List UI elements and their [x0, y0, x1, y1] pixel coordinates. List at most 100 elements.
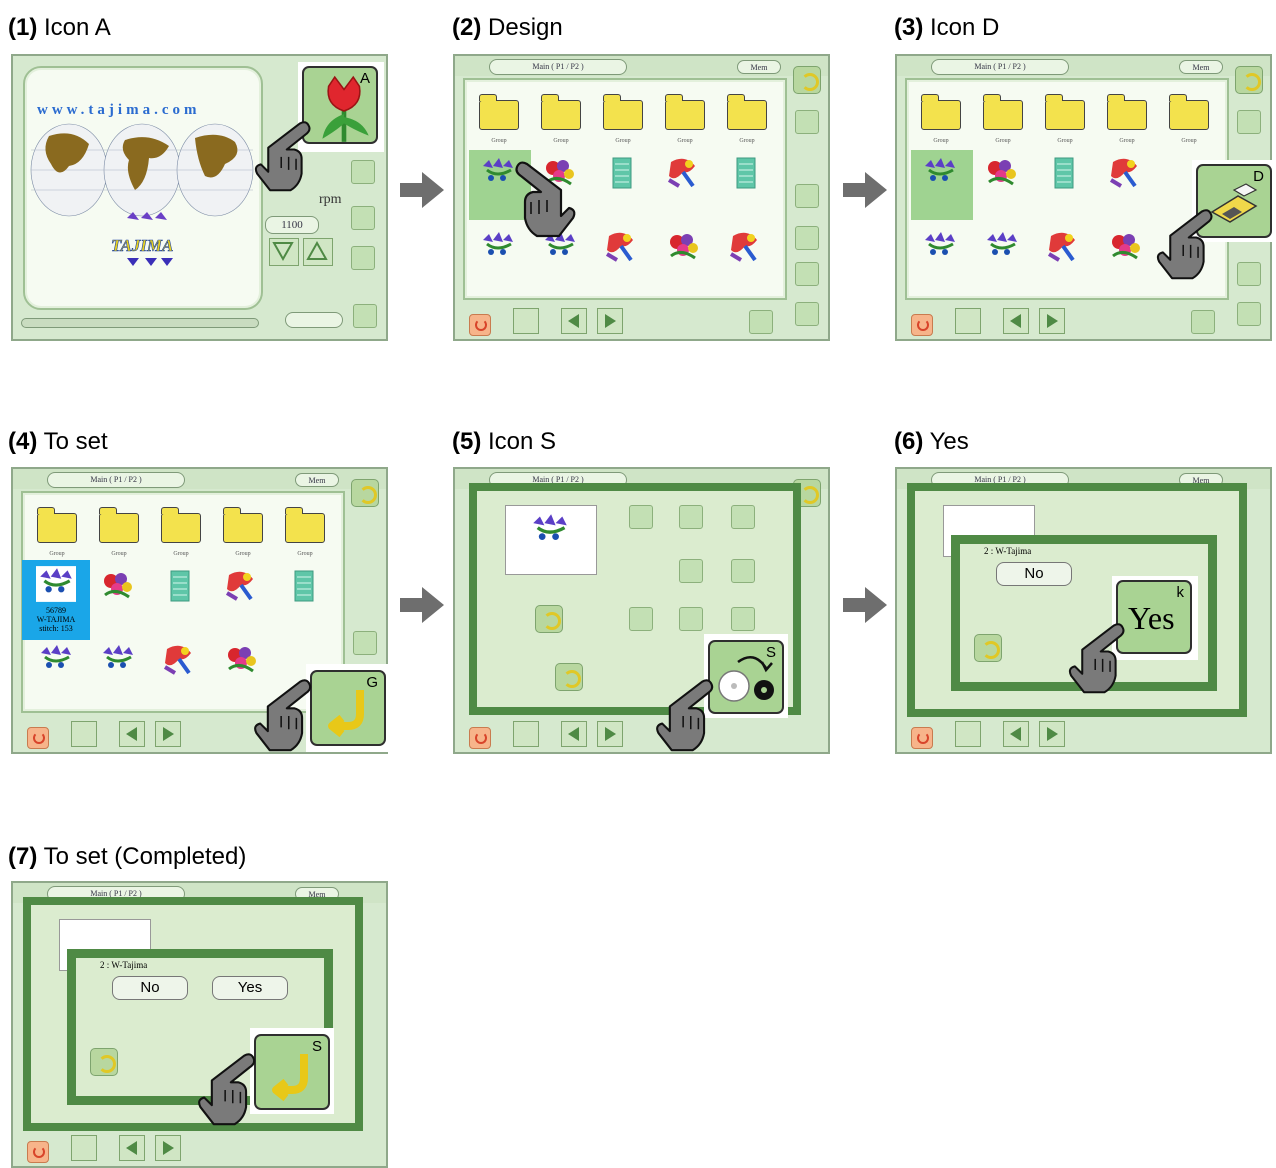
first-page-button[interactable]: [513, 308, 539, 334]
design-thumbnail[interactable]: [161, 569, 199, 603]
design-thumbnail[interactable]: [1045, 230, 1083, 264]
machine-icon[interactable]: [351, 160, 375, 184]
next-page-button[interactable]: [597, 721, 623, 747]
first-page-button[interactable]: [955, 308, 981, 334]
rpm-label: rpm: [319, 192, 342, 207]
usb-icon[interactable]: [1237, 110, 1261, 134]
no-button[interactable]: No: [112, 976, 188, 1000]
disk-icon[interactable]: [795, 184, 819, 208]
yes-button[interactable]: Yes: [212, 976, 288, 1000]
speed-up-button[interactable]: [303, 238, 333, 266]
next-page-button[interactable]: [1039, 308, 1065, 334]
design-thumbnail[interactable]: [727, 230, 765, 264]
step-number: (1): [8, 14, 38, 41]
folder-icon[interactable]: [602, 94, 643, 130]
folder-icon[interactable]: [284, 507, 325, 543]
design-thumbnail[interactable]: [1107, 230, 1145, 264]
first-page-button[interactable]: [513, 721, 539, 747]
first-page-button[interactable]: [955, 721, 981, 747]
folder-icon[interactable]: [478, 94, 519, 130]
dialog-title: 2 : W-Tajima: [100, 960, 148, 970]
needle-icon[interactable]: [351, 206, 375, 230]
design-thumbnail[interactable]: [983, 156, 1021, 190]
prev-page-button[interactable]: [1003, 721, 1029, 747]
prev-page-button[interactable]: [119, 721, 145, 747]
first-page-button[interactable]: [71, 721, 97, 747]
design-option-icon[interactable]: [731, 607, 755, 631]
settings-icon[interactable]: [353, 304, 377, 328]
stop-button[interactable]: [469, 314, 491, 336]
folder-icon[interactable]: [1106, 94, 1147, 130]
design-option-icon[interactable]: [679, 559, 703, 583]
stop-button[interactable]: [911, 314, 933, 336]
design-option-icon[interactable]: [731, 505, 755, 529]
design-thumbnail[interactable]: [603, 230, 641, 264]
stop-button[interactable]: [469, 727, 491, 749]
design-option-icon[interactable]: [629, 505, 653, 529]
prev-page-button[interactable]: [561, 308, 587, 334]
folder-icon[interactable]: [1168, 94, 1209, 130]
design-thumbnail[interactable]: [983, 230, 1021, 264]
design-option-icon[interactable]: [679, 505, 703, 529]
folder-icon[interactable]: [664, 94, 705, 130]
prev-page-button[interactable]: [1003, 308, 1029, 334]
next-page-button[interactable]: [155, 1135, 181, 1161]
design-thumbnail[interactable]: [727, 156, 765, 190]
return-button[interactable]: [555, 663, 583, 691]
design-thumbnail[interactable]: [665, 230, 703, 264]
list-icon[interactable]: [795, 226, 819, 250]
return-button[interactable]: [793, 66, 821, 94]
folder-icon[interactable]: [1044, 94, 1085, 130]
no-button[interactable]: No: [996, 562, 1072, 586]
usb-icon[interactable]: [795, 110, 819, 134]
website-text: www.tajima.com: [37, 102, 201, 118]
stop-button[interactable]: [27, 727, 49, 749]
next-page-button[interactable]: [597, 308, 623, 334]
design-thumbnail[interactable]: [921, 230, 959, 264]
design-option-icon[interactable]: [679, 607, 703, 631]
design-thumbnail[interactable]: [603, 156, 641, 190]
return-button[interactable]: [535, 605, 563, 633]
stop-button[interactable]: [27, 1141, 49, 1163]
prev-page-button[interactable]: [561, 721, 587, 747]
flower-icon[interactable]: [795, 262, 819, 286]
return-button[interactable]: [351, 479, 379, 507]
prev-page-button[interactable]: [119, 1135, 145, 1161]
folder-icon[interactable]: [98, 507, 139, 543]
flower-icon[interactable]: [1237, 262, 1261, 286]
next-page-button[interactable]: [1039, 721, 1065, 747]
design-thumbnail[interactable]: [665, 156, 703, 190]
page-icon[interactable]: [749, 310, 773, 334]
folder-icon[interactable]: [920, 94, 961, 130]
design-thumbnail[interactable]: [99, 569, 137, 603]
design-option-icon[interactable]: [629, 607, 653, 631]
design-thumbnail[interactable]: [285, 569, 323, 603]
hand-icon[interactable]: [351, 246, 375, 270]
design-option-icon[interactable]: [731, 559, 755, 583]
folder-icon[interactable]: [982, 94, 1023, 130]
next-page-button[interactable]: [155, 721, 181, 747]
stop-button[interactable]: [911, 727, 933, 749]
design-thumbnail[interactable]: [223, 643, 261, 677]
return-button[interactable]: [90, 1048, 118, 1076]
return-button[interactable]: [974, 634, 1002, 662]
first-page-button[interactable]: [71, 1135, 97, 1161]
tulip-icon[interactable]: [1237, 302, 1261, 326]
page-icon[interactable]: [1191, 310, 1215, 334]
folder-icon[interactable]: [726, 94, 767, 130]
list-icon[interactable]: [353, 631, 377, 655]
design-thumbnail[interactable]: [161, 643, 199, 677]
folder-icon[interactable]: [540, 94, 581, 130]
design-thumbnail[interactable]: [921, 156, 959, 190]
design-thumbnail[interactable]: [1107, 156, 1145, 190]
folder-icon[interactable]: [222, 507, 263, 543]
return-button[interactable]: [1235, 66, 1263, 94]
folder-icon[interactable]: [36, 507, 77, 543]
design-thumbnail[interactable]: [37, 643, 75, 677]
tulip-icon[interactable]: [795, 302, 819, 326]
design-thumbnail[interactable]: [223, 569, 261, 603]
folder-icon[interactable]: [160, 507, 201, 543]
speed-down-button[interactable]: [269, 238, 299, 266]
design-thumbnail[interactable]: [1045, 156, 1083, 190]
design-thumbnail[interactable]: [99, 643, 137, 677]
